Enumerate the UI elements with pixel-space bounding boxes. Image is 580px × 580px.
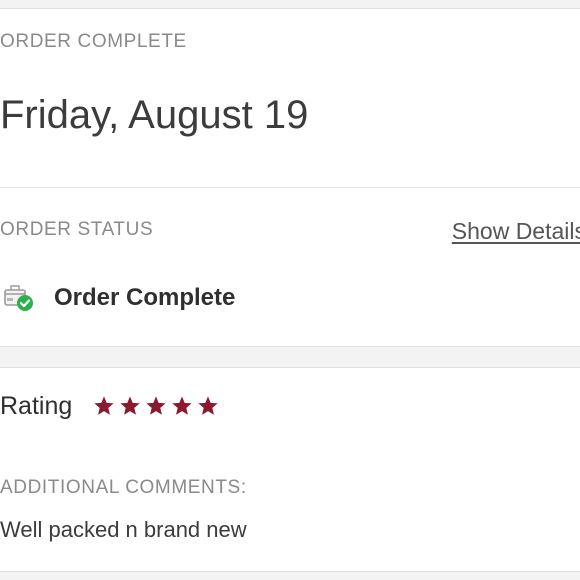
order-detail-page: ORDER COMPLETE Friday, August 19 ORDER S… (0, 0, 580, 580)
star-icon (172, 396, 192, 415)
star-icon (94, 396, 114, 415)
order-status-label: ORDER STATUS (0, 219, 154, 240)
section-divider (0, 187, 580, 188)
star-icon (120, 396, 140, 415)
order-status-text: Order Complete (54, 284, 236, 311)
package-check-icon (4, 282, 36, 314)
rating-label: Rating (0, 392, 73, 420)
additional-comments-label: ADDITIONAL COMMENTS: (0, 477, 247, 498)
comment-text: Well packed n brand new (0, 517, 247, 542)
order-date: Friday, August 19 (0, 93, 309, 137)
show-details-link[interactable]: Show Details (452, 218, 580, 245)
order-complete-label: ORDER COMPLETE (0, 31, 187, 52)
star-icon (198, 396, 218, 415)
star-icon (146, 396, 166, 415)
rating-stars (93, 395, 219, 417)
